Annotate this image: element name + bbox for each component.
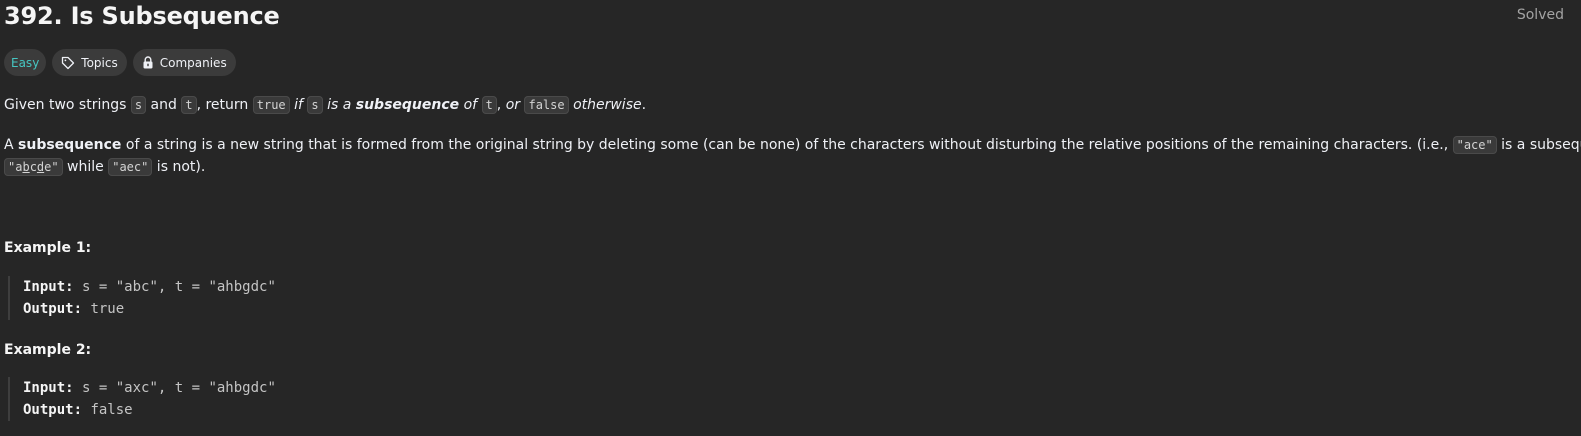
problem-tags: Easy Topics Companies [4, 49, 236, 76]
input-value: s = "axc", t = "ahbgdc" [82, 380, 276, 396]
inline-code: s [130, 96, 147, 114]
text: . [641, 97, 647, 113]
example-1-title: Example 1: [4, 240, 92, 256]
output-value: false [90, 402, 133, 418]
input-value: s = "abc", t = "ahbgdc" [82, 279, 276, 295]
topics-label: Topics [81, 55, 118, 70]
output-label: Output: [23, 402, 83, 418]
bold-italic-text: subsequence [355, 97, 460, 113]
text: of a string is a new string that is form… [121, 137, 1453, 153]
text: is not). [152, 159, 206, 175]
code-char-underlined: b [22, 160, 30, 174]
inline-code: true [252, 96, 290, 114]
output-value: true [90, 301, 125, 317]
output-label: Output: [23, 301, 83, 317]
italic-text: or [505, 97, 521, 113]
definition-line-2: "abcde" while "aec" is not). [4, 156, 1574, 178]
text: while [62, 159, 109, 175]
code-char: e" [44, 160, 59, 174]
italic-text: if [294, 97, 303, 113]
italic-text: of [463, 97, 478, 113]
text: Given two strings [4, 97, 131, 113]
example-2-input: Input: s = "axc", t = "ahbgdc" [23, 377, 623, 399]
problem-description-panel: 392. Is Subsequence Solved Easy Topics C… [0, 0, 1581, 436]
italic-text: is a [327, 97, 352, 113]
inline-code: t [481, 96, 497, 114]
inline-code: t [181, 96, 197, 114]
definition-line-1: A subsequence of a string is a new strin… [4, 134, 1581, 156]
tag-icon [61, 56, 75, 70]
inline-code: "aec" [108, 158, 153, 176]
text: is a subsequence of [1501, 137, 1581, 153]
text: A [4, 137, 19, 153]
input-label: Input: [23, 279, 74, 295]
code-char: c [29, 160, 37, 174]
example-1-output: Output: true [23, 298, 623, 320]
companies-button[interactable]: Companies [132, 49, 236, 76]
example-2-title: Example 2: [4, 342, 92, 358]
italic-text: otherwise [573, 97, 642, 113]
code-char: "a [8, 160, 23, 174]
topics-button[interactable]: Topics [52, 49, 127, 76]
inline-code: s [307, 96, 323, 114]
difficulty-badge: Easy [4, 49, 47, 76]
text: , return [196, 97, 253, 113]
inline-code: false [524, 96, 569, 114]
solved-status: Solved [1516, 7, 1564, 23]
example-2-output: Output: false [23, 399, 623, 421]
text: , [496, 97, 506, 113]
lock-icon [142, 56, 154, 69]
subsequence-definition: A subsequence of a string is a new strin… [4, 134, 1581, 178]
problem-title[interactable]: 392. Is Subsequence [4, 1, 280, 31]
example-2-block: Input: s = "axc", t = "ahbgdc" Output: f… [8, 377, 623, 421]
inline-code-abcde: "abcde" [4, 158, 63, 176]
inline-code: "ace" [1452, 136, 1497, 154]
text [477, 97, 481, 113]
example-1-block: Input: s = "abc", t = "ahbgdc" Output: t… [8, 276, 623, 320]
companies-label: Companies [159, 55, 227, 70]
problem-statement: Given two strings s and t, return true i… [4, 94, 646, 116]
difficulty-label: Easy [11, 55, 40, 70]
text: and [146, 97, 182, 113]
bold-text: subsequence [18, 137, 122, 153]
example-1-input: Input: s = "abc", t = "ahbgdc" [23, 276, 623, 298]
input-label: Input: [23, 380, 74, 396]
